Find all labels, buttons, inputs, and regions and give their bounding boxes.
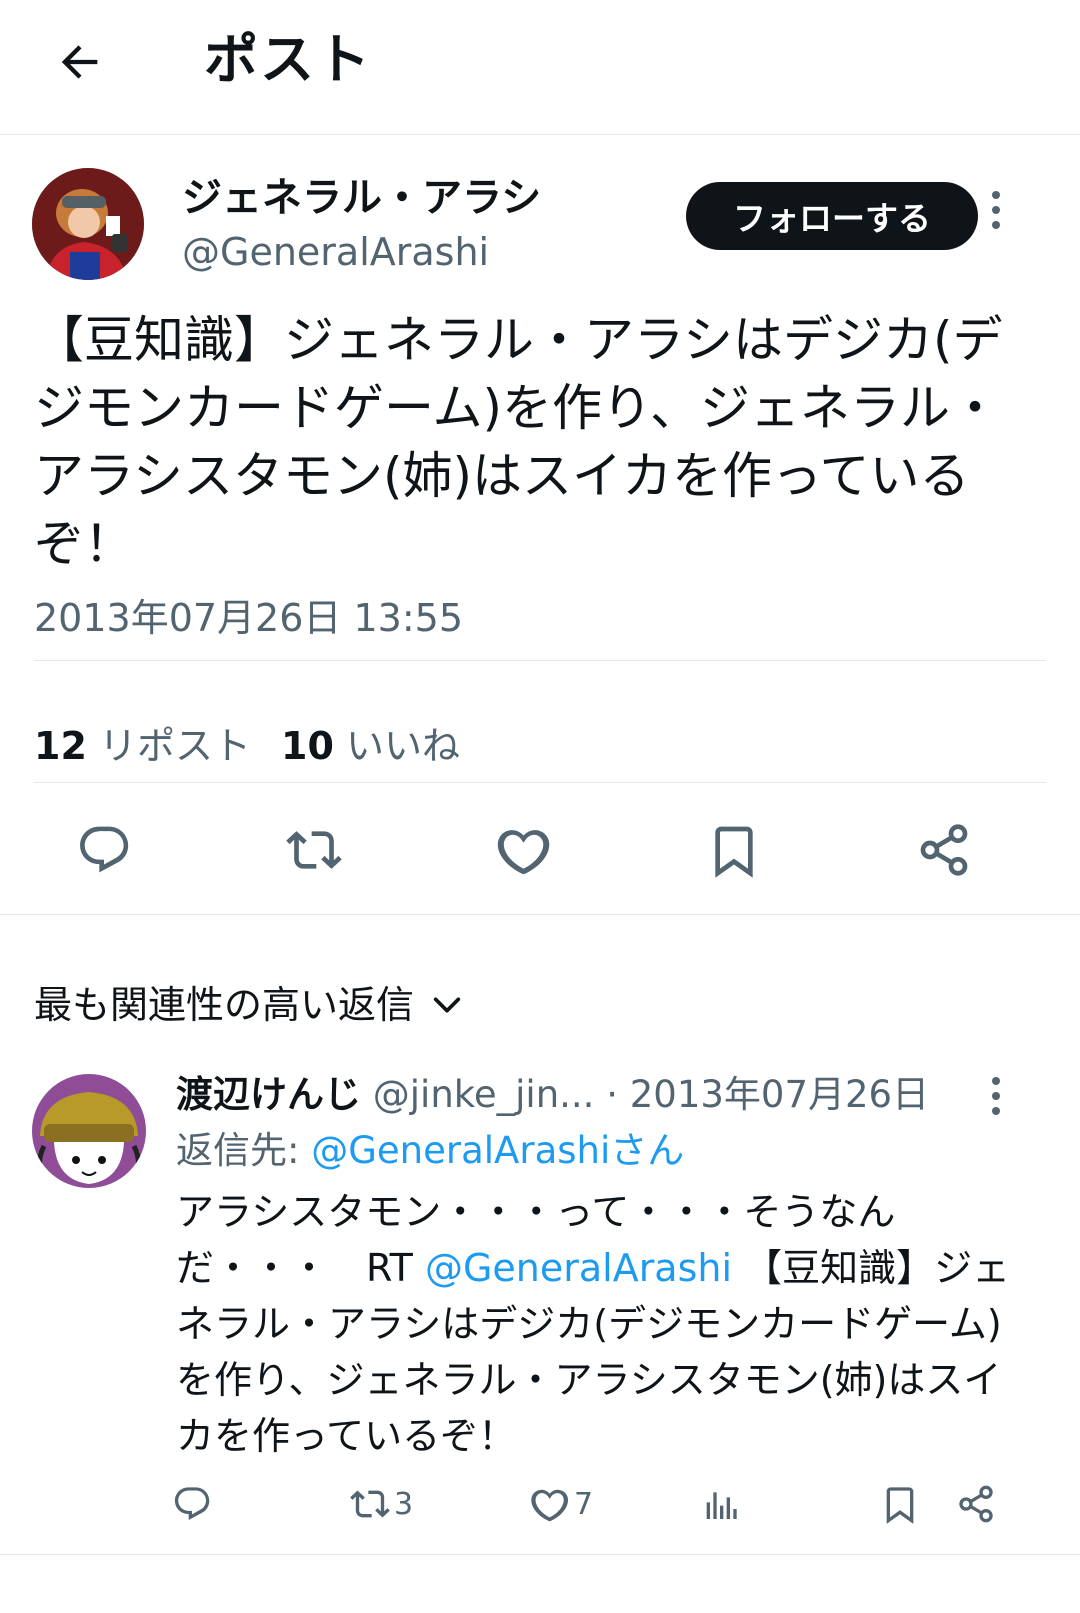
reply-author-name[interactable]: 渡辺けんじ — [176, 1073, 361, 1116]
more-options-icon[interactable] — [976, 180, 1016, 240]
reply-reply-button[interactable] — [172, 1480, 212, 1528]
likes-stat[interactable]: 10 いいね — [281, 724, 460, 768]
divider — [34, 660, 1046, 661]
reply-author-handle[interactable]: @jinke_jin... — [373, 1073, 595, 1116]
reply-icon — [174, 1487, 210, 1520]
reply-like-count: 7 — [574, 1486, 594, 1522]
author-handle[interactable]: @GeneralArashi — [182, 228, 489, 276]
reply-repost-button[interactable]: 3 — [350, 1480, 413, 1528]
tweet-timestamp[interactable]: 2013年07月26日 13:55 — [34, 594, 463, 642]
divider — [0, 1554, 1080, 1555]
divider — [34, 782, 1046, 783]
reply-to-mention[interactable]: @GeneralArashiさん — [311, 1129, 684, 1172]
author-name[interactable]: ジェネラル・アラシ — [182, 172, 541, 224]
reply-sort-dropdown[interactable]: 最も関連性の高い返信 — [34, 980, 464, 1030]
like-icon — [531, 1489, 569, 1522]
reply-button[interactable] — [72, 818, 136, 882]
like-icon — [497, 830, 550, 875]
arrow-left-icon — [61, 45, 98, 79]
tweet-text: 【豆知識】ジェネラル・アラシはデジカ(デジモンカードゲーム)を作り、ジェネラル・… — [34, 311, 1003, 573]
share-button[interactable] — [912, 818, 976, 882]
reply-header: 渡辺けんじ @jinke_jin... · 2013年07月26日 — [176, 1070, 929, 1120]
bookmark-icon — [886, 1487, 914, 1524]
like-button[interactable] — [492, 818, 556, 882]
share-icon — [959, 1485, 993, 1523]
reply-more-options-icon[interactable] — [976, 1066, 1016, 1126]
analytics-icon — [706, 1492, 737, 1519]
top-bar: ポスト — [0, 0, 1080, 135]
reply-views-button[interactable] — [700, 1480, 740, 1528]
divider — [0, 914, 1080, 915]
reply-sort-label: 最も関連性の高い返信 — [34, 983, 415, 1027]
chevron-down-icon — [433, 997, 461, 1013]
page-title: ポスト — [204, 28, 372, 91]
repost-icon — [350, 1490, 390, 1518]
repost-icon — [286, 831, 342, 869]
reply-icon — [80, 826, 129, 873]
back-button[interactable] — [48, 30, 112, 94]
follow-button[interactable]: フォローする — [686, 182, 978, 250]
engagement-stats: 12 リポスト 10 いいね — [34, 722, 460, 770]
reply-bookmark-button[interactable] — [880, 1480, 920, 1528]
reply-mention-link[interactable]: @GeneralArashi — [425, 1246, 732, 1290]
reposts-stat[interactable]: 12 リポスト — [34, 724, 251, 768]
reply-like-button[interactable]: 7 — [530, 1480, 593, 1528]
reply-repost-count: 3 — [394, 1486, 414, 1522]
reply-date[interactable]: · 2013年07月26日 — [606, 1073, 929, 1116]
reply-avatar[interactable] — [32, 1074, 146, 1188]
repost-button[interactable] — [282, 818, 346, 882]
bookmark-icon — [715, 826, 753, 878]
reply-to-line: 返信先: @GeneralArashiさん — [176, 1129, 685, 1172]
bookmark-button[interactable] — [702, 818, 766, 882]
share-icon — [920, 824, 968, 876]
reply-share-button[interactable] — [956, 1480, 996, 1528]
author-avatar[interactable] — [32, 168, 144, 280]
reply-text: アラシスタモン・・・って・・・そうなんだ・・・ RT @GeneralArash… — [176, 1190, 1011, 1458]
